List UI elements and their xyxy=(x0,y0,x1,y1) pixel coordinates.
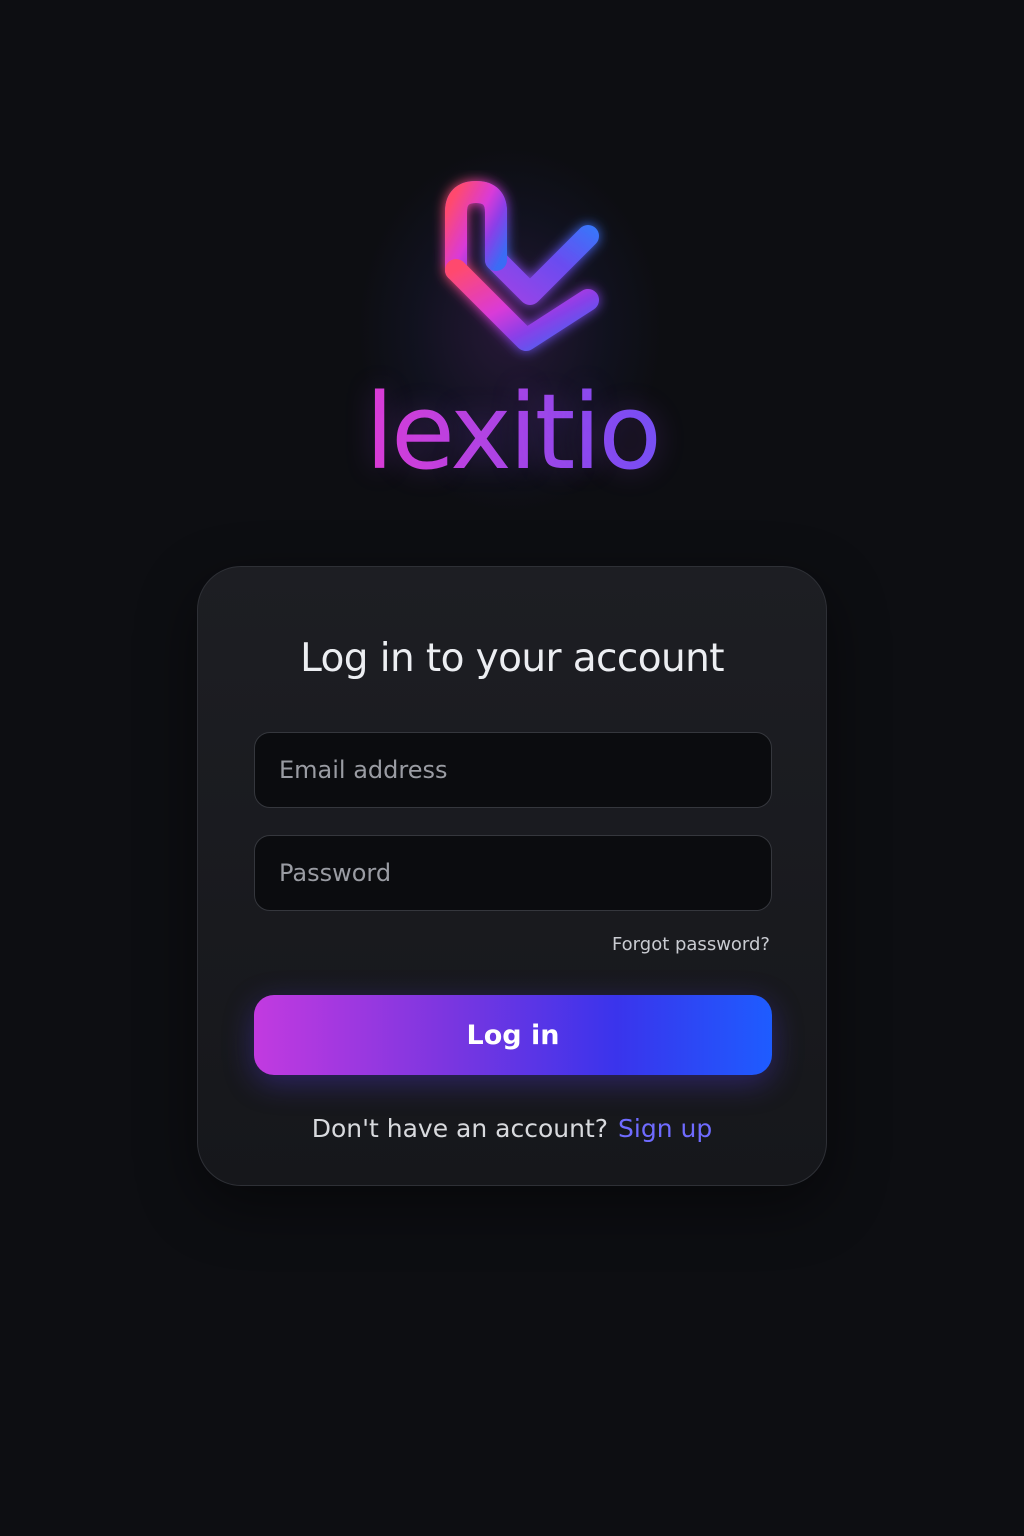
brand-wordmark: lexitio xyxy=(0,372,1024,492)
login-title: Log in to your account xyxy=(300,636,724,681)
forgot-password-link[interactable]: Forgot password? xyxy=(612,933,770,957)
login-button[interactable]: Log in xyxy=(254,995,772,1075)
login-page: lexitio Log in to your account Forgot pa… xyxy=(0,0,1024,1536)
password-field[interactable] xyxy=(254,835,772,911)
checkmark-loop-logo-icon xyxy=(445,181,599,351)
password-input[interactable] xyxy=(255,836,771,910)
email-field[interactable] xyxy=(254,732,772,808)
signup-prompt: Don't have an account? xyxy=(311,1114,609,1143)
email-input[interactable] xyxy=(255,733,771,807)
signup-link[interactable]: Sign up xyxy=(618,1114,712,1143)
login-card: Log in to your account Forgot password? … xyxy=(197,566,827,1186)
signup-row: Don't have an account? Sign up xyxy=(198,1111,826,1147)
